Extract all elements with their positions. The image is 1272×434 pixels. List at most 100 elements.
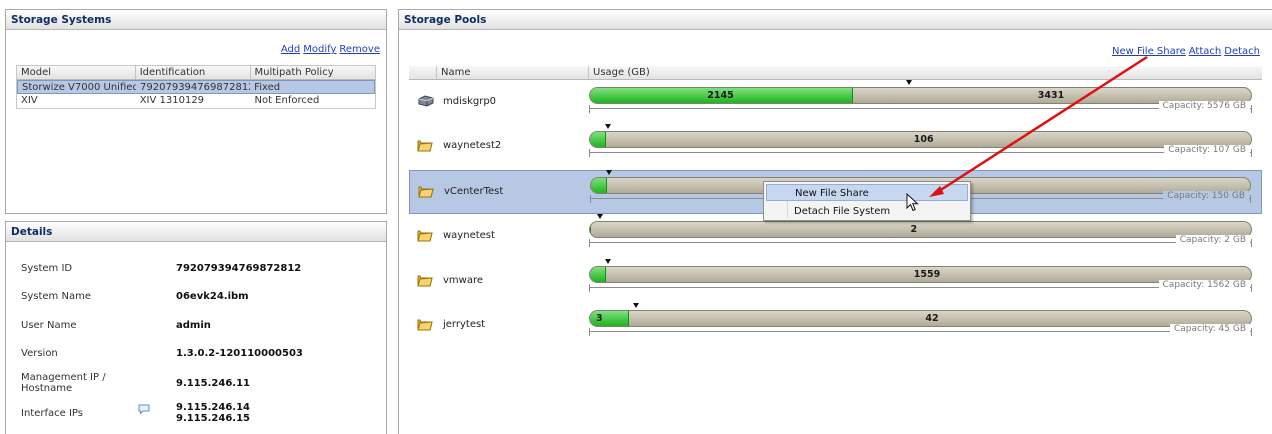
detail-label: Management IP / Hostname	[21, 372, 106, 394]
capacity-scale	[589, 105, 1252, 117]
pool-name: vCenterTest	[444, 186, 504, 197]
folder-icon	[418, 184, 434, 198]
usage-bar: 106	[589, 131, 1252, 148]
usage-marker-icon	[905, 80, 912, 85]
usage-bar-used	[590, 267, 606, 282]
interface-ips-values: 9.115.246.14 9.115.246.15	[176, 402, 250, 424]
detail-row-version: Version 1.3.0.2-120110000503	[21, 348, 376, 359]
capacity-scale	[589, 239, 1252, 251]
details-panel: Details System ID 792079394769872812 Sys…	[5, 221, 387, 434]
cell-policy: Not Enforced	[254, 95, 320, 106]
pool-row[interactable]: waynetest 2 Capacity: 2 GB	[409, 214, 1262, 259]
pool-row[interactable]: jerrytest 3 42 Capacity: 45 GB	[409, 303, 1262, 348]
column-identification[interactable]: Identification	[136, 66, 251, 79]
folder-icon	[417, 228, 433, 242]
storage-systems-panel: Storage Systems Add Modify Remove Model Id…	[5, 9, 387, 214]
attach-link[interactable]: Attach	[1189, 46, 1221, 57]
table-row[interactable]: Storwize V7000 Unified 79207939476987281…	[17, 80, 375, 94]
detail-label: User Name	[21, 320, 77, 331]
storage-systems-table: Model Identification Multipath Policy St…	[16, 65, 376, 109]
free-value: 106	[913, 134, 934, 145]
modify-link[interactable]: Modify	[303, 44, 336, 55]
menu-item-new-file-share[interactable]: New File Share	[766, 184, 968, 201]
used-value: 3	[596, 313, 603, 324]
pools-table-header: Name Usage (GB)	[409, 66, 1262, 80]
pool-row[interactable]: mdiskgrp0 2145 3431 Capacity: 5576 GB	[409, 80, 1262, 125]
capacity-scale	[589, 149, 1252, 161]
detach-link[interactable]: Detach	[1224, 46, 1260, 57]
cell-model: Storwize V7000 Unified	[22, 82, 137, 93]
add-link[interactable]: Add	[281, 44, 300, 55]
detail-row-management-ip: Management IP / Hostname 9.115.246.11	[21, 372, 376, 394]
column-icon	[409, 66, 437, 79]
pool-row[interactable]: waynetest2 106 Capacity: 107 GB	[409, 124, 1262, 169]
usage-bar: 2	[589, 221, 1252, 238]
table-header: Model Identification Multipath Policy	[17, 66, 375, 80]
folder-icon	[417, 317, 433, 331]
detail-label: System ID	[21, 263, 73, 274]
usage-marker-icon	[605, 170, 612, 175]
table-row[interactable]: XIV XIV 1310129 Not Enforced	[17, 94, 375, 108]
storage-systems-actions: Add Modify Remove	[278, 44, 380, 55]
cell-policy: Fixed	[254, 82, 281, 93]
free-value: 42	[925, 313, 939, 324]
usage-bar: 2145 3431	[589, 87, 1252, 104]
cell-identification: XIV 1310129	[139, 95, 205, 106]
detail-label: System Name	[21, 291, 91, 302]
column-usage[interactable]: Usage (GB)	[589, 66, 1262, 79]
disk-drive-icon	[417, 94, 434, 108]
storage-pools-header: Storage Pools	[399, 10, 1272, 30]
context-menu: New File Share Detach File System	[763, 181, 971, 221]
detail-row-interface-ips: Interface IPs 9.115.246.14 9.115.246.15	[21, 402, 376, 424]
detail-value: 1.3.0.2-120110000503	[176, 348, 303, 359]
detail-value: 792079394769872812	[176, 263, 302, 274]
detail-row-system-name: System Name 06evk24.ibm	[21, 291, 376, 302]
pool-row[interactable]: vmware 1559 Capacity: 1562 GB	[409, 259, 1262, 304]
detail-label: Version	[21, 348, 58, 359]
capacity-label: Capacity: 2 GB	[1175, 235, 1250, 245]
capacity-label: Capacity: 5576 GB	[1158, 101, 1250, 111]
pool-name: vmware	[443, 275, 484, 286]
capacity-label: Capacity: 107 GB	[1164, 145, 1250, 155]
usage-bar-used	[591, 178, 607, 193]
usage-marker-icon	[605, 259, 612, 264]
capacity-scale	[589, 328, 1252, 340]
detail-value: 06evk24.ibm	[176, 291, 249, 302]
column-name[interactable]: Name	[437, 66, 589, 79]
cell-model: XIV	[21, 95, 38, 106]
pool-name: waynetest2	[443, 140, 502, 151]
free-value: 1559	[913, 269, 941, 280]
detail-value: 9.115.246.14	[176, 402, 251, 413]
menu-item-detach-file-system[interactable]: Detach File System	[766, 203, 968, 220]
detail-row-user-name: User Name admin	[21, 320, 376, 331]
detail-value: admin	[176, 320, 211, 331]
folder-icon	[417, 273, 433, 287]
free-value: 2	[910, 224, 918, 235]
remove-link[interactable]: Remove	[339, 44, 380, 55]
used-value: 2145	[707, 90, 734, 101]
detail-row-system-id: System ID 792079394769872812	[21, 263, 376, 274]
pool-name: jerrytest	[443, 319, 486, 330]
pool-name: waynetest	[443, 230, 495, 241]
capacity-label: Capacity: 45 GB	[1169, 324, 1250, 334]
pool-name: mdiskgrp0	[443, 96, 497, 107]
mouse-cursor-icon	[906, 193, 919, 212]
free-value: 3431	[1037, 90, 1065, 101]
capacity-scale	[589, 284, 1252, 296]
storage-pools-panel: Storage Pools New File Share Attach Detach…	[398, 9, 1272, 434]
comment-bubble-icon[interactable]	[138, 402, 176, 418]
capacity-label: Capacity: 150 GB	[1163, 191, 1249, 201]
storage-pools-actions: New File Share Attach Detach	[1109, 46, 1260, 57]
column-model[interactable]: Model	[17, 66, 136, 79]
column-multipath-policy[interactable]: Multipath Policy	[251, 66, 376, 79]
new-file-share-link[interactable]: New File Share	[1112, 46, 1186, 57]
usage-marker-icon	[597, 214, 603, 219]
capacity-label: Capacity: 1562 GB	[1158, 280, 1250, 290]
usage-marker-icon	[605, 124, 612, 129]
usage-bar-used	[590, 222, 591, 237]
usage-bar: 1559	[589, 266, 1252, 283]
detail-label: Interface IPs	[21, 408, 83, 419]
usage-bar-used	[590, 132, 606, 147]
details-header: Details	[6, 222, 386, 242]
detail-value: 9.115.246.15	[176, 413, 251, 424]
